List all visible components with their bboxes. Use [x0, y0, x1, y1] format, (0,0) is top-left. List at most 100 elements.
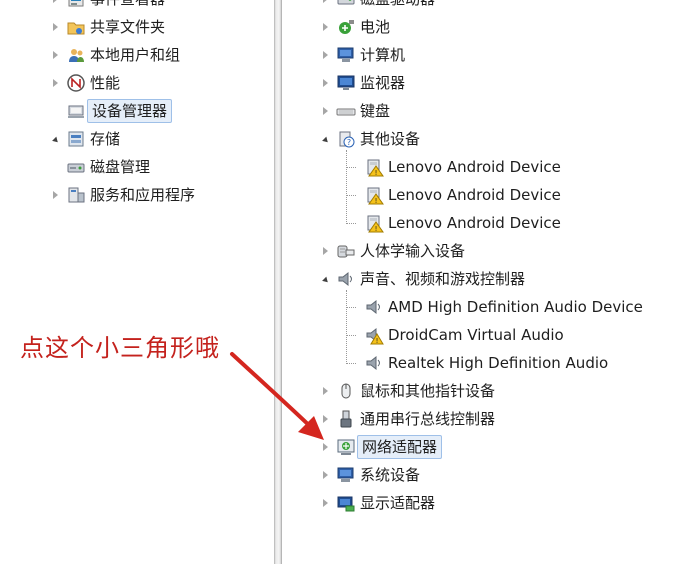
monitor-icon	[336, 73, 356, 93]
speaker-icon	[364, 353, 384, 373]
collapsed-triangle-icon[interactable]	[318, 462, 332, 488]
event-viewer-icon	[66, 0, 86, 9]
node-label: DroidCam Virtual Audio	[388, 326, 564, 344]
console-tree-pane: 事件查看器共享文件夹本地用户和组性能设备管理器存储磁盘管理服务和应用程序	[0, 0, 274, 564]
collapsed-triangle-icon[interactable]	[318, 70, 332, 96]
speaker-icon	[364, 297, 384, 317]
expanded-triangle-icon[interactable]	[318, 126, 332, 152]
collapsed-triangle-icon[interactable]	[48, 70, 62, 96]
tree-node-10[interactable]: 声音、视频和游戏控制器	[318, 266, 525, 292]
expanded-triangle-icon[interactable]	[318, 266, 332, 292]
disk-management-icon	[66, 157, 86, 177]
node-label: 共享文件夹	[90, 18, 166, 36]
tree-node-3[interactable]: 监视器	[318, 70, 405, 96]
node-label: 通用串行总线控制器	[360, 410, 496, 428]
pane-splitter[interactable]	[274, 0, 282, 564]
tree-node-4[interactable]: 设备管理器	[62, 98, 173, 124]
tree-node-14[interactable]: 鼠标和其他指针设备	[318, 378, 495, 404]
node-label: 本地用户和组	[90, 46, 181, 64]
node-label: 电池	[360, 18, 391, 36]
node-label: 服务和应用程序	[90, 186, 196, 204]
warning-device-icon: !	[364, 213, 384, 233]
node-label: AMD High Definition Audio Device	[388, 298, 643, 316]
tree-node-15[interactable]: 通用串行总线控制器	[318, 406, 495, 432]
tree-node-4[interactable]: 键盘	[318, 98, 390, 124]
tree-node-17[interactable]: 系统设备	[318, 462, 420, 488]
node-label: Realtek High Definition Audio	[388, 354, 609, 372]
svg-text:!: !	[376, 337, 379, 345]
hid-icon	[336, 241, 356, 261]
tree-node-1[interactable]: 共享文件夹	[48, 14, 165, 40]
collapsed-triangle-icon[interactable]	[48, 182, 62, 208]
tree-connector	[346, 223, 356, 224]
device-item-7[interactable]: ! Lenovo Android Device	[360, 182, 561, 208]
tree-node-3[interactable]: 性能	[48, 70, 120, 96]
collapsed-triangle-icon[interactable]	[318, 14, 332, 40]
tree-connector	[346, 307, 356, 308]
svg-text:?: ?	[347, 138, 351, 147]
usb-icon	[336, 409, 356, 429]
device-item-8[interactable]: ! Lenovo Android Device	[360, 210, 561, 236]
tree-node-5[interactable]: 存储	[48, 126, 120, 152]
annotation-arrow-icon	[230, 352, 324, 440]
warning-device-icon: !	[364, 185, 384, 205]
tree-node-9[interactable]: 人体学输入设备	[318, 238, 465, 264]
node-label: 系统设备	[360, 466, 421, 484]
tree-node-2[interactable]: 计算机	[318, 42, 405, 68]
tree-node-18[interactable]: 显示适配器	[318, 490, 435, 516]
expanded-triangle-icon[interactable]	[48, 126, 62, 152]
node-label: 显示适配器	[360, 494, 436, 512]
collapsed-triangle-icon[interactable]	[318, 42, 332, 68]
node-label: Lenovo Android Device	[388, 214, 561, 232]
svg-text:!: !	[375, 225, 378, 233]
tree-node-7[interactable]: 服务和应用程序	[48, 182, 195, 208]
node-label: Lenovo Android Device	[388, 158, 561, 176]
node-label: 存储	[90, 130, 121, 148]
node-label: 磁盘管理	[90, 158, 151, 176]
collapsed-triangle-icon[interactable]	[318, 238, 332, 264]
node-label: 人体学输入设备	[360, 242, 466, 260]
device-item-6[interactable]: ! Lenovo Android Device	[360, 154, 561, 180]
node-label: 监视器	[360, 74, 406, 92]
node-label: 事件查看器	[90, 0, 165, 12]
collapsed-triangle-icon[interactable]	[48, 14, 62, 40]
collapsed-triangle-icon[interactable]	[48, 42, 62, 68]
network-adapter-icon	[336, 437, 356, 457]
device-item-11[interactable]: AMD High Definition Audio Device	[360, 294, 643, 320]
svg-text:!: !	[375, 197, 378, 205]
tree-node-5[interactable]: ? 其他设备	[318, 126, 420, 152]
collapsed-triangle-icon[interactable]	[318, 490, 332, 516]
node-label: 设备管理器	[87, 99, 173, 123]
tree-node-1[interactable]: 电池	[318, 14, 390, 40]
tree-node-6[interactable]: 磁盘管理	[62, 154, 150, 180]
device-item-13[interactable]: Realtek High Definition Audio	[360, 350, 608, 376]
node-label: 计算机	[360, 46, 406, 64]
device-item-12[interactable]: ! DroidCam Virtual Audio	[360, 322, 564, 348]
tree-connector	[346, 290, 347, 364]
system-device-icon	[336, 465, 356, 485]
shared-folder-icon	[66, 17, 86, 37]
collapsed-triangle-icon[interactable]	[318, 0, 332, 12]
tree-node-0[interactable]: 磁盘驱动器	[318, 0, 435, 12]
local-users-icon	[66, 45, 86, 65]
keyboard-icon	[336, 101, 356, 121]
warning-device-icon: !	[364, 157, 384, 177]
disk-drive-icon	[336, 0, 356, 9]
node-label: 磁盘驱动器	[360, 0, 435, 12]
tree-node-0[interactable]: 事件查看器	[48, 0, 165, 12]
svg-text:!: !	[375, 169, 378, 177]
device-tree-pane: 磁盘驱动器电池计算机监视器键盘 ? 其他设备! Lenovo Android Devi…	[282, 0, 693, 564]
collapsed-triangle-icon[interactable]	[48, 0, 62, 12]
unknown-device-icon: ?	[336, 129, 356, 149]
tree-node-2[interactable]: 本地用户和组	[48, 42, 180, 68]
mouse-icon	[336, 381, 356, 401]
node-label: 声音、视频和游戏控制器	[360, 270, 526, 288]
collapsed-triangle-icon[interactable]	[318, 98, 332, 124]
speaker-icon	[336, 269, 356, 289]
annotation-text: 点这个小三角形哦	[20, 334, 220, 362]
tree-connector	[346, 167, 356, 168]
tree-connector	[346, 195, 356, 196]
storage-icon	[66, 129, 86, 149]
node-label: 性能	[90, 74, 121, 92]
node-label: 键盘	[360, 102, 391, 120]
